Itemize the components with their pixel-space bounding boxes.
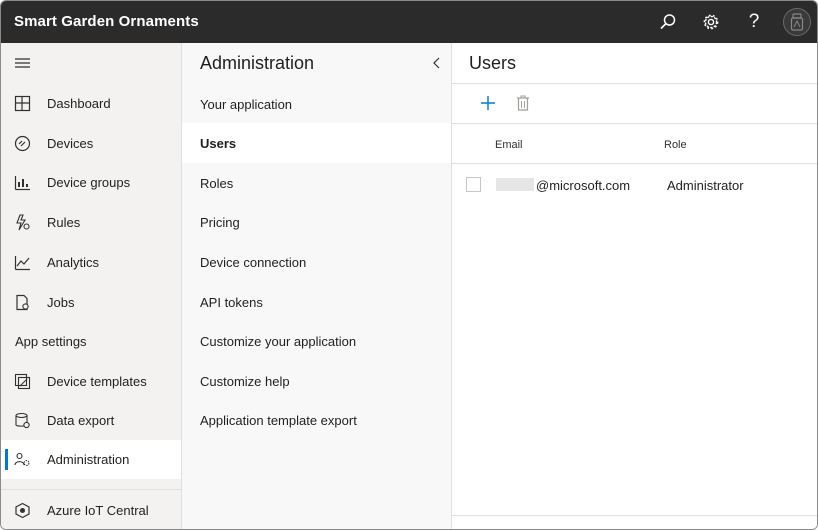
nav-item-analytics[interactable]: Analytics: [1, 243, 181, 282]
admin-item-label: API tokens: [200, 294, 263, 310]
admin-item-label: Customize help: [200, 373, 290, 389]
left-nav: Dashboard Devices Device groups Rules An…: [1, 43, 182, 529]
nav-item-label: Device groups: [47, 175, 131, 190]
redacted-email-username: [496, 178, 534, 191]
rules-icon: [16, 214, 30, 231]
add-user-plus-icon[interactable]: [478, 93, 498, 113]
app-settings-section-label: App settings: [15, 334, 87, 349]
admin-item-device-connection[interactable]: Device connection: [182, 242, 451, 282]
admin-item-application-template-export[interactable]: Application template export: [182, 400, 451, 440]
admin-item-label: Your application: [200, 96, 293, 112]
analytics-icon: [14, 256, 30, 271]
administration-pane: Administration Your application Users Ro…: [182, 43, 452, 529]
nav-item-dashboard[interactable]: Dashboard: [1, 84, 181, 123]
admin-item-pricing[interactable]: Pricing: [182, 202, 451, 242]
users-panel: Users Email Role @microsoft.com Administ…: [452, 43, 817, 529]
user-email: @microsoft.com: [536, 178, 631, 193]
page-title: Users: [469, 53, 517, 73]
admin-item-label: Device connection: [200, 254, 307, 270]
divider: [452, 163, 817, 164]
admin-item-label: Pricing: [200, 214, 240, 230]
devices-icon: [14, 135, 31, 152]
admin-item-your-application[interactable]: Your application: [182, 84, 451, 124]
nav-item-device-templates[interactable]: Device templates: [1, 362, 181, 401]
nav-item-azure-iot-central[interactable]: Azure IoT Central: [1, 491, 181, 529]
nav-item-label: Jobs: [47, 295, 75, 310]
admin-item-api-tokens[interactable]: API tokens: [182, 282, 451, 322]
column-header-email[interactable]: Email: [495, 139, 523, 151]
top-bar: Smart Garden Ornaments ?: [1, 1, 817, 43]
admin-item-label: Application template export: [200, 412, 357, 428]
nav-item-label: Dashboard: [47, 96, 111, 111]
divider: [452, 83, 817, 84]
dashboard-icon: [14, 95, 31, 112]
column-header-role[interactable]: Role: [664, 139, 687, 151]
nav-item-data-export[interactable]: Data export: [1, 401, 181, 440]
nav-item-jobs[interactable]: Jobs: [1, 283, 181, 322]
admin-item-users[interactable]: Users: [182, 123, 451, 163]
nav-item-label: Data export: [47, 413, 115, 428]
data-export-icon: [15, 412, 30, 429]
admin-item-customize-your-application[interactable]: Customize your application: [182, 321, 451, 361]
administration-title: Administration: [200, 53, 315, 73]
nav-item-label: Device templates: [47, 374, 147, 389]
app-window: Smart Garden Ornaments ? Dashboard Devic…: [0, 0, 818, 530]
app-title: Smart Garden Ornaments: [14, 13, 199, 30]
help-icon[interactable]: ?: [742, 10, 766, 34]
admin-item-roles[interactable]: Roles: [182, 163, 451, 203]
user-role: Administrator: [667, 178, 744, 193]
admin-item-label: Customize your application: [200, 333, 357, 349]
device-groups-icon: [14, 176, 30, 191]
nav-item-label: Rules: [47, 215, 81, 230]
hamburger-menu-icon[interactable]: [14, 56, 32, 70]
nav-item-label: Azure IoT Central: [47, 503, 149, 518]
nav-item-devices[interactable]: Devices: [1, 124, 181, 163]
nav-item-device-groups[interactable]: Device groups: [1, 163, 181, 202]
nav-item-label: Analytics: [47, 255, 100, 270]
admin-item-label: Users: [200, 135, 237, 151]
jobs-icon: [16, 294, 29, 311]
nav-divider: [1, 489, 181, 490]
nav-item-rules[interactable]: Rules: [1, 203, 181, 242]
nav-item-label: Administration: [47, 452, 130, 467]
settings-gear-icon[interactable]: [699, 10, 723, 34]
azure-iot-central-icon: [15, 502, 30, 519]
admin-item-label: Roles: [200, 175, 234, 191]
admin-item-customize-help[interactable]: Customize help: [182, 361, 451, 401]
search-icon[interactable]: [656, 10, 680, 34]
device-templates-icon: [14, 373, 31, 390]
nav-item-label: Devices: [47, 136, 94, 151]
divider: [452, 123, 817, 124]
account-avatar-icon[interactable]: [783, 8, 811, 36]
administration-icon: [14, 452, 30, 466]
nav-item-administration[interactable]: Administration: [1, 440, 181, 479]
help-glyph: ?: [748, 11, 760, 32]
collapse-pane-chevron-left-icon[interactable]: [430, 56, 444, 70]
delete-trash-icon[interactable]: [513, 93, 533, 113]
row-select-checkbox[interactable]: [466, 177, 481, 192]
divider: [452, 515, 817, 516]
